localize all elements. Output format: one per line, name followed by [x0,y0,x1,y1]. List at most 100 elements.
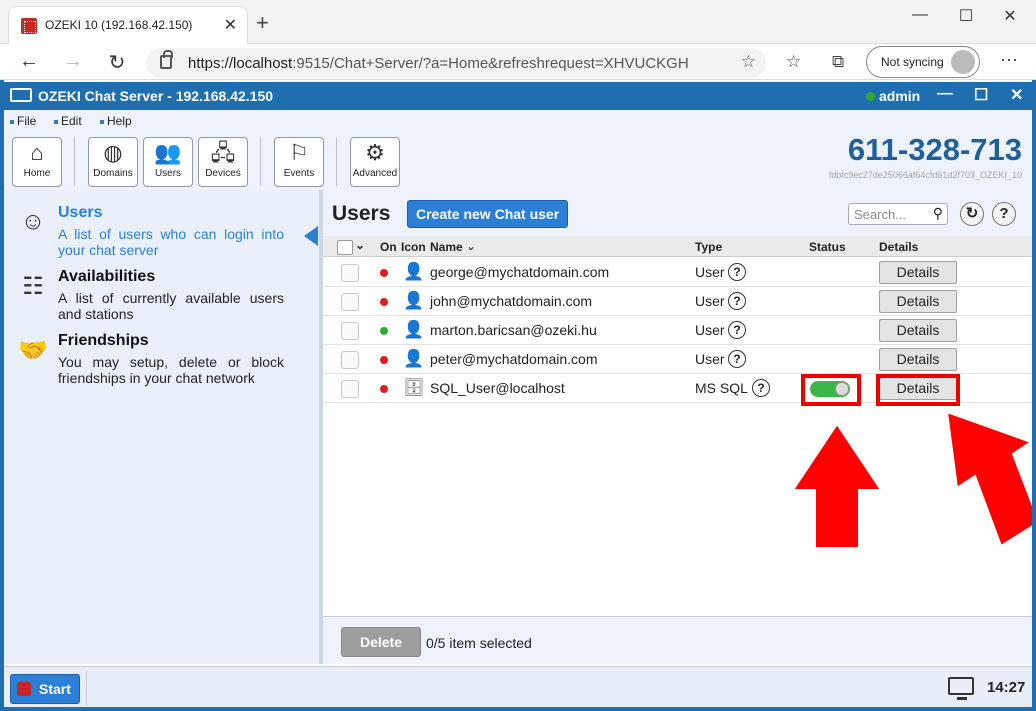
window-minimize-button[interactable]: — [900,6,940,24]
ozeki-logo-icon [10,88,32,102]
search-input[interactable]: Search... ⚲ [848,203,948,225]
sort-chevron-icon[interactable]: ⌄ [466,239,476,253]
home-icon: ⌂ [30,140,44,165]
forward-arrow-icon[interactable]: → [58,50,88,73]
app-minimize-button[interactable]: — [937,85,953,103]
sidebar-item-users[interactable]: ☺ Users A list of users who can login in… [4,204,304,264]
left-panel: ☺ Users A list of users who can login in… [4,190,320,664]
devices-icon: 🖧 [210,140,236,165]
monitor-icon[interactable] [948,677,974,700]
select-all-checkbox[interactable] [337,240,353,255]
select-dropdown-icon[interactable]: ⌄ [355,238,365,252]
browser-tab[interactable]: OZEKI 10 (192.168.42.150) ✕ [8,6,248,44]
offline-status-icon [380,356,388,364]
flag-icon: ⚐ [289,140,309,165]
url-field[interactable]: https://localhost:9515/Chat+Server/?a=Ho… [146,48,766,78]
row-checkbox[interactable] [341,380,359,398]
toggle-highlight-box [801,374,861,406]
row-checkbox[interactable] [341,264,359,282]
user-icon: 👤 [403,349,425,368]
table-row[interactable]: 👤 george@mychatdomain.com User ? Details [323,258,1032,287]
user-type: User [695,293,725,309]
page-title: Users [332,202,391,225]
window-close-button[interactable]: ✕ [990,6,1030,26]
sidebar-item-desc: A list of users who can login into your … [58,226,284,258]
help-icon[interactable]: ? [728,350,746,368]
refresh-list-button[interactable]: ↻ [960,202,984,226]
details-button[interactable]: Details [879,319,957,342]
back-arrow-icon[interactable]: ← [14,50,44,73]
column-name[interactable]: Name [430,240,463,254]
favorites-icon[interactable]: ☆ [786,52,801,72]
app-header: OZEKI Chat Server - 192.168.42.150 admin… [4,82,1032,110]
toolbar-domains-button[interactable]: ◍ Domains [88,137,138,187]
help-button[interactable]: ? [992,202,1016,226]
sync-label: Not syncing [881,55,944,69]
current-user[interactable]: admin [879,88,920,104]
toolbar: ⌂ Home ◍ Domains 👥 Users 🖧 Devices ⚐ Eve… [4,132,1032,190]
toolbar-home-label: Home [23,168,51,179]
profile-sync-button[interactable]: Not syncing [866,46,980,78]
refresh-icon[interactable]: ↻ [102,50,132,75]
sidebar-item-title: Users [58,204,103,221]
lock-icon [160,50,173,69]
menu-edit[interactable]: Edit [54,114,82,128]
add-favorite-icon[interactable]: ☆ [741,52,756,72]
start-button[interactable]: Start [10,674,80,704]
toolbar-devices-button[interactable]: 🖧 Devices [198,137,248,187]
toolbar-devices-label: Devices [205,168,241,179]
column-icon: Icon [401,240,426,254]
more-options-icon[interactable]: ⋯ [1000,50,1018,71]
gear-icon: ⚙ [365,140,385,165]
help-icon[interactable]: ? [728,263,746,281]
user-name: john@mychatdomain.com [430,293,593,309]
search-placeholder: Search... [854,207,907,222]
create-chat-user-button[interactable]: Create new Chat user [407,200,569,228]
up-arrow-annotation-icon [791,422,883,549]
row-checkbox[interactable] [341,322,359,340]
tab-title: OZEKI 10 (192.168.42.150) [45,18,193,32]
user-icon: 👤 [403,262,425,281]
sidebar-item-availabilities[interactable]: ☷ Availabilities A list of currently ava… [4,268,304,328]
app-title: OZEKI Chat Server - 192.168.42.150 [38,88,274,104]
app-close-button[interactable]: ✕ [1010,85,1023,105]
user-type: User [695,264,725,280]
help-icon[interactable]: ? [752,379,770,397]
menu-help[interactable]: Help [100,114,132,128]
row-checkbox[interactable] [341,351,359,369]
start-label: Start [39,681,71,697]
details-button[interactable]: Details [879,261,957,284]
details-button[interactable]: Details [879,290,957,313]
toolbar-users-button[interactable]: 👥 Users [143,137,193,187]
table-row[interactable]: 👤 peter@mychatdomain.com User ? Details [323,345,1032,374]
ozeki-favicon-icon [21,18,37,34]
sidebar-item-friendships[interactable]: 🤝 Friendships You may setup, delete or b… [4,332,304,392]
user-type: MS SQL [695,380,748,396]
offline-status-icon [380,385,388,393]
close-tab-icon[interactable]: ✕ [224,15,237,35]
browser-tab-bar: OZEKI 10 (192.168.42.150) ✕ + — ☐ ✕ [0,0,1036,44]
help-icon[interactable]: ? [728,292,746,310]
taskbar-separator [86,671,87,705]
database-user-icon: 🗄 [403,378,425,397]
help-icon[interactable]: ? [728,321,746,339]
toolbar-events-button[interactable]: ⚐ Events [274,137,324,187]
new-tab-button[interactable]: + [256,10,269,36]
column-status: Status [809,240,846,254]
toolbar-home-button[interactable]: ⌂ Home [12,137,62,187]
user-icon: 👤 [403,291,425,310]
delete-button[interactable]: Delete [341,627,421,657]
window-maximize-button[interactable]: ☐ [946,6,986,26]
toolbar-advanced-button[interactable]: ⚙ Advanced [350,137,400,187]
online-status-icon [380,327,388,335]
details-button[interactable]: Details [879,348,957,371]
selection-pointer-icon [304,226,318,246]
app-maximize-button[interactable]: ☐ [974,85,988,105]
table-row[interactable]: 👤 marton.baricsan@ozeki.hu User ? Detail… [323,316,1032,345]
table-row[interactable]: 👤 john@mychatdomain.com User ? Details [323,287,1032,316]
row-checkbox[interactable] [341,293,359,311]
search-icon[interactable]: ⚲ [933,205,943,222]
menu-file[interactable]: File [10,114,36,128]
collections-icon[interactable]: ⧉ [832,52,844,72]
browser-address-bar: ← → ↻ https://localhost:9515/Chat+Server… [0,44,1036,80]
